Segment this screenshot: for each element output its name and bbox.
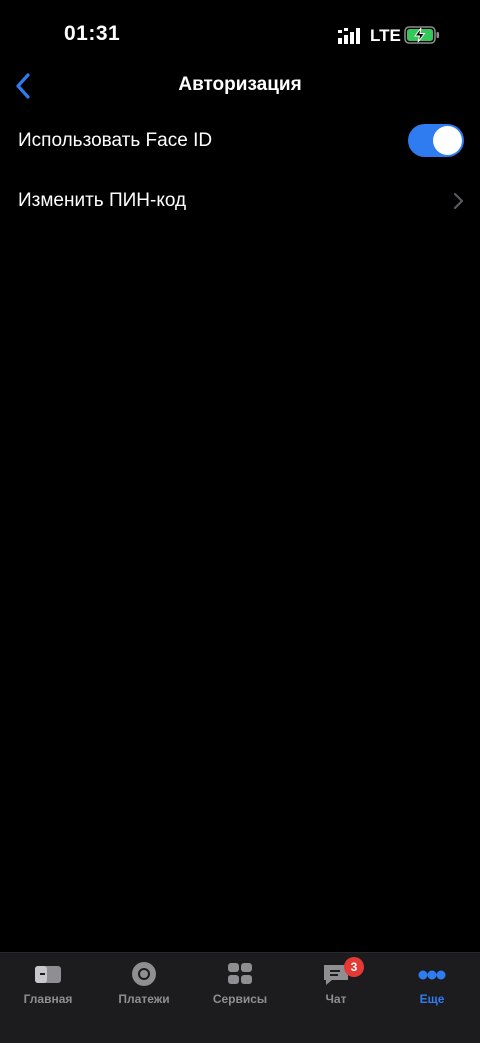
more-dots-icon — [418, 970, 446, 980]
chat-badge: 3 — [344, 957, 364, 977]
grid-icon — [228, 963, 252, 984]
chevron-right-icon — [453, 192, 464, 210]
change-pin-row[interactable]: Изменить ПИН-код — [0, 172, 480, 230]
tab-label-payments: Платежи — [118, 992, 170, 1006]
tab-label-more: Еще — [419, 992, 445, 1006]
circle-icon — [132, 962, 156, 986]
tab-chat[interactable]: 3 Чат — [288, 953, 384, 1023]
page-title: Авторизация — [178, 74, 302, 95]
signal-icon — [338, 28, 360, 44]
toggle-knob — [433, 126, 462, 155]
nav-bar: Авторизация — [0, 64, 480, 108]
tab-bar: Главная Платежи Сервисы 3 Чат Еще — [0, 952, 480, 1043]
tab-more[interactable]: Еще — [384, 953, 480, 1023]
tab-label-services: Сервисы — [212, 992, 268, 1006]
change-pin-label: Изменить ПИН-код — [18, 190, 187, 211]
battery-charging-icon — [404, 26, 439, 44]
tab-label-home: Главная — [23, 992, 73, 1006]
tab-label-chat: Чат — [325, 992, 347, 1006]
face-id-toggle[interactable] — [408, 124, 464, 157]
face-id-row: Использовать Face ID — [0, 112, 480, 170]
status-bar: 01:31 LTE — [0, 0, 480, 70]
tab-payments[interactable]: Платежи — [96, 953, 192, 1023]
tab-services[interactable]: Сервисы — [192, 953, 288, 1023]
network-label: LTE — [370, 26, 401, 45]
face-id-label: Использовать Face ID — [18, 130, 213, 151]
screen: 01:31 LTE Авторизация Использовать Face … — [0, 0, 480, 1043]
card-icon — [35, 966, 61, 983]
tab-home[interactable]: Главная — [0, 953, 96, 1023]
status-time: 01:31 — [64, 22, 121, 45]
